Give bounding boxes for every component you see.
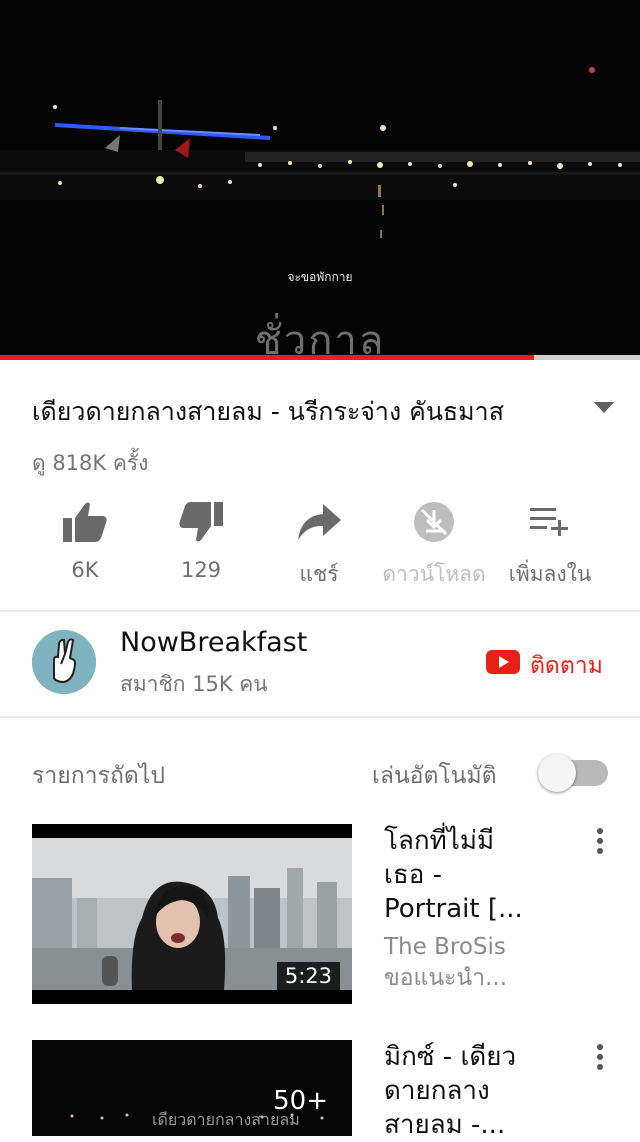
share-label: แชร์ [299,562,339,586]
share-icon [298,504,341,540]
thumbs-up-icon [63,502,107,542]
download-disabled-icon [414,502,454,542]
up-next-channel: The BroSis ขอแนะนำ... [384,932,544,994]
divider [0,610,640,612]
channel-avatar[interactable] [32,630,96,694]
toggle-knob [538,754,576,792]
playlist-count-badge: 50+ [273,1086,328,1116]
duration-badge: 5:23 [276,962,340,990]
subscribe-button[interactable]: ติดตาม [486,648,614,682]
channel-name[interactable]: NowBreakfast [120,627,307,658]
title-line: สายลม -... [384,1110,506,1140]
title-line: Portrait [... [384,894,523,924]
dislike-button[interactable]: 129 [141,500,261,582]
video-player[interactable]: จะขอพักกาย ชั่วกาล [0,0,640,356]
more-options-icon[interactable] [594,828,606,858]
video-title: เดียวดายกลางสายลม - นรีกระจ่าง คันธมาส [32,397,504,426]
title-line: มิกซ์ - เดียว [384,1042,517,1072]
expand-description-icon[interactable] [594,402,614,413]
download-label: ดาวน์โหลด [382,562,486,586]
title-line: โลกที่ไม่มี [384,826,495,856]
subtitle-caption-small: จะขอพักกาย [287,270,353,284]
add-to-playlist-icon [530,508,568,536]
share-button[interactable]: แชร์ [259,500,379,591]
dislike-count: 129 [180,558,222,582]
thumbs-down-icon [179,502,223,542]
autoplay-label: เล่นอัตโนมัติ [372,763,497,789]
title-line: ดายกลาง [384,1076,490,1106]
up-next-heading: รายการถัดไป [32,763,165,789]
channel-line: ขอแนะนำ... [384,965,508,991]
title-line: เธอ - [384,860,443,890]
video-progress-bar[interactable] [0,355,640,360]
like-button[interactable]: 6K [25,500,145,582]
add-to-label: เพิ่มลงใน [508,562,592,586]
up-next-title[interactable]: โลกที่ไม่มี เธอ - Portrait [... [384,824,544,926]
add-to-playlist-button[interactable]: เพิ่มลงใน [490,500,610,591]
youtube-logo-icon [486,650,520,674]
view-count: ดู 818K ครั้ง [32,451,149,475]
more-options-icon[interactable] [594,1044,606,1074]
like-count: 6K [71,558,99,582]
autoplay-toggle[interactable] [538,754,608,792]
download-button[interactable]: ดาวน์โหลด [374,500,494,591]
video-progress-fill [0,355,535,360]
up-next-title[interactable]: มิกซ์ - เดียว ดายกลาง สายลม -... [384,1040,544,1142]
playlist-thumbnail[interactable]: เดียวดายกลางสายลม 50+ [32,1040,352,1136]
video-thumbnail[interactable]: 5:23 [32,824,352,1004]
subtitle-caption-large: ชั่วกาล [254,318,386,356]
video-frame-night-airport [0,0,640,356]
subscriber-count: สมาชิก 15K คน [120,672,268,696]
subscribe-label: ติดตาม [530,653,603,679]
crossed-fingers-logo-icon [32,630,96,694]
channel-line: The BroSis [384,934,506,960]
divider [0,716,640,718]
